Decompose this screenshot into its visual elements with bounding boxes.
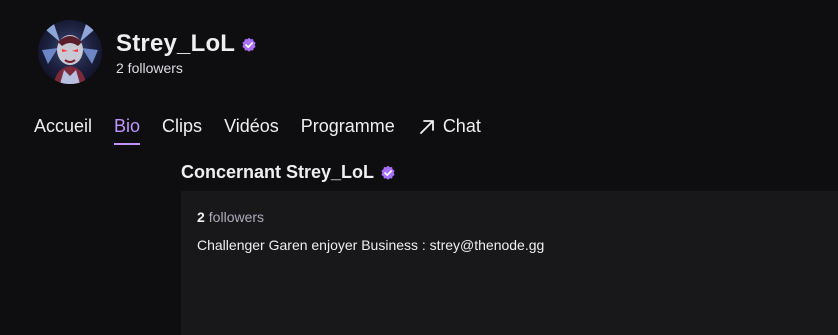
external-link-icon	[417, 117, 437, 137]
about-panel: 2 followers Challenger Garen enjoyer Busi…	[181, 191, 838, 335]
verified-badge-icon	[380, 165, 396, 181]
channel-header: Strey_LoL 2 followers	[38, 20, 257, 84]
about-description: Challenger Garen enjoyer Business : stre…	[197, 237, 545, 253]
tab-videos[interactable]: Vidéos	[224, 116, 279, 142]
about-heading: Concernant Strey_LoL	[181, 162, 396, 183]
follower-count: 2 followers	[116, 60, 183, 76]
about-followers: 2 followers	[197, 209, 264, 225]
tab-accueil[interactable]: Accueil	[34, 116, 92, 142]
avatar[interactable]	[38, 20, 102, 84]
tab-chat[interactable]: Chat	[417, 116, 481, 142]
about-followers-count: 2	[197, 209, 205, 225]
about-followers-label: followers	[208, 209, 265, 225]
channel-tabs: Accueil Bio Clips Vidéos Programme Chat	[34, 116, 503, 145]
verified-badge-icon	[241, 37, 257, 53]
tab-chat-label: Chat	[442, 116, 481, 136]
about-title: Concernant Strey_LoL	[181, 162, 375, 182]
tab-clips[interactable]: Clips	[162, 116, 202, 142]
channel-name[interactable]: Strey_LoL	[116, 30, 235, 58]
tab-bio[interactable]: Bio	[114, 116, 141, 145]
tab-programme[interactable]: Programme	[301, 116, 395, 142]
